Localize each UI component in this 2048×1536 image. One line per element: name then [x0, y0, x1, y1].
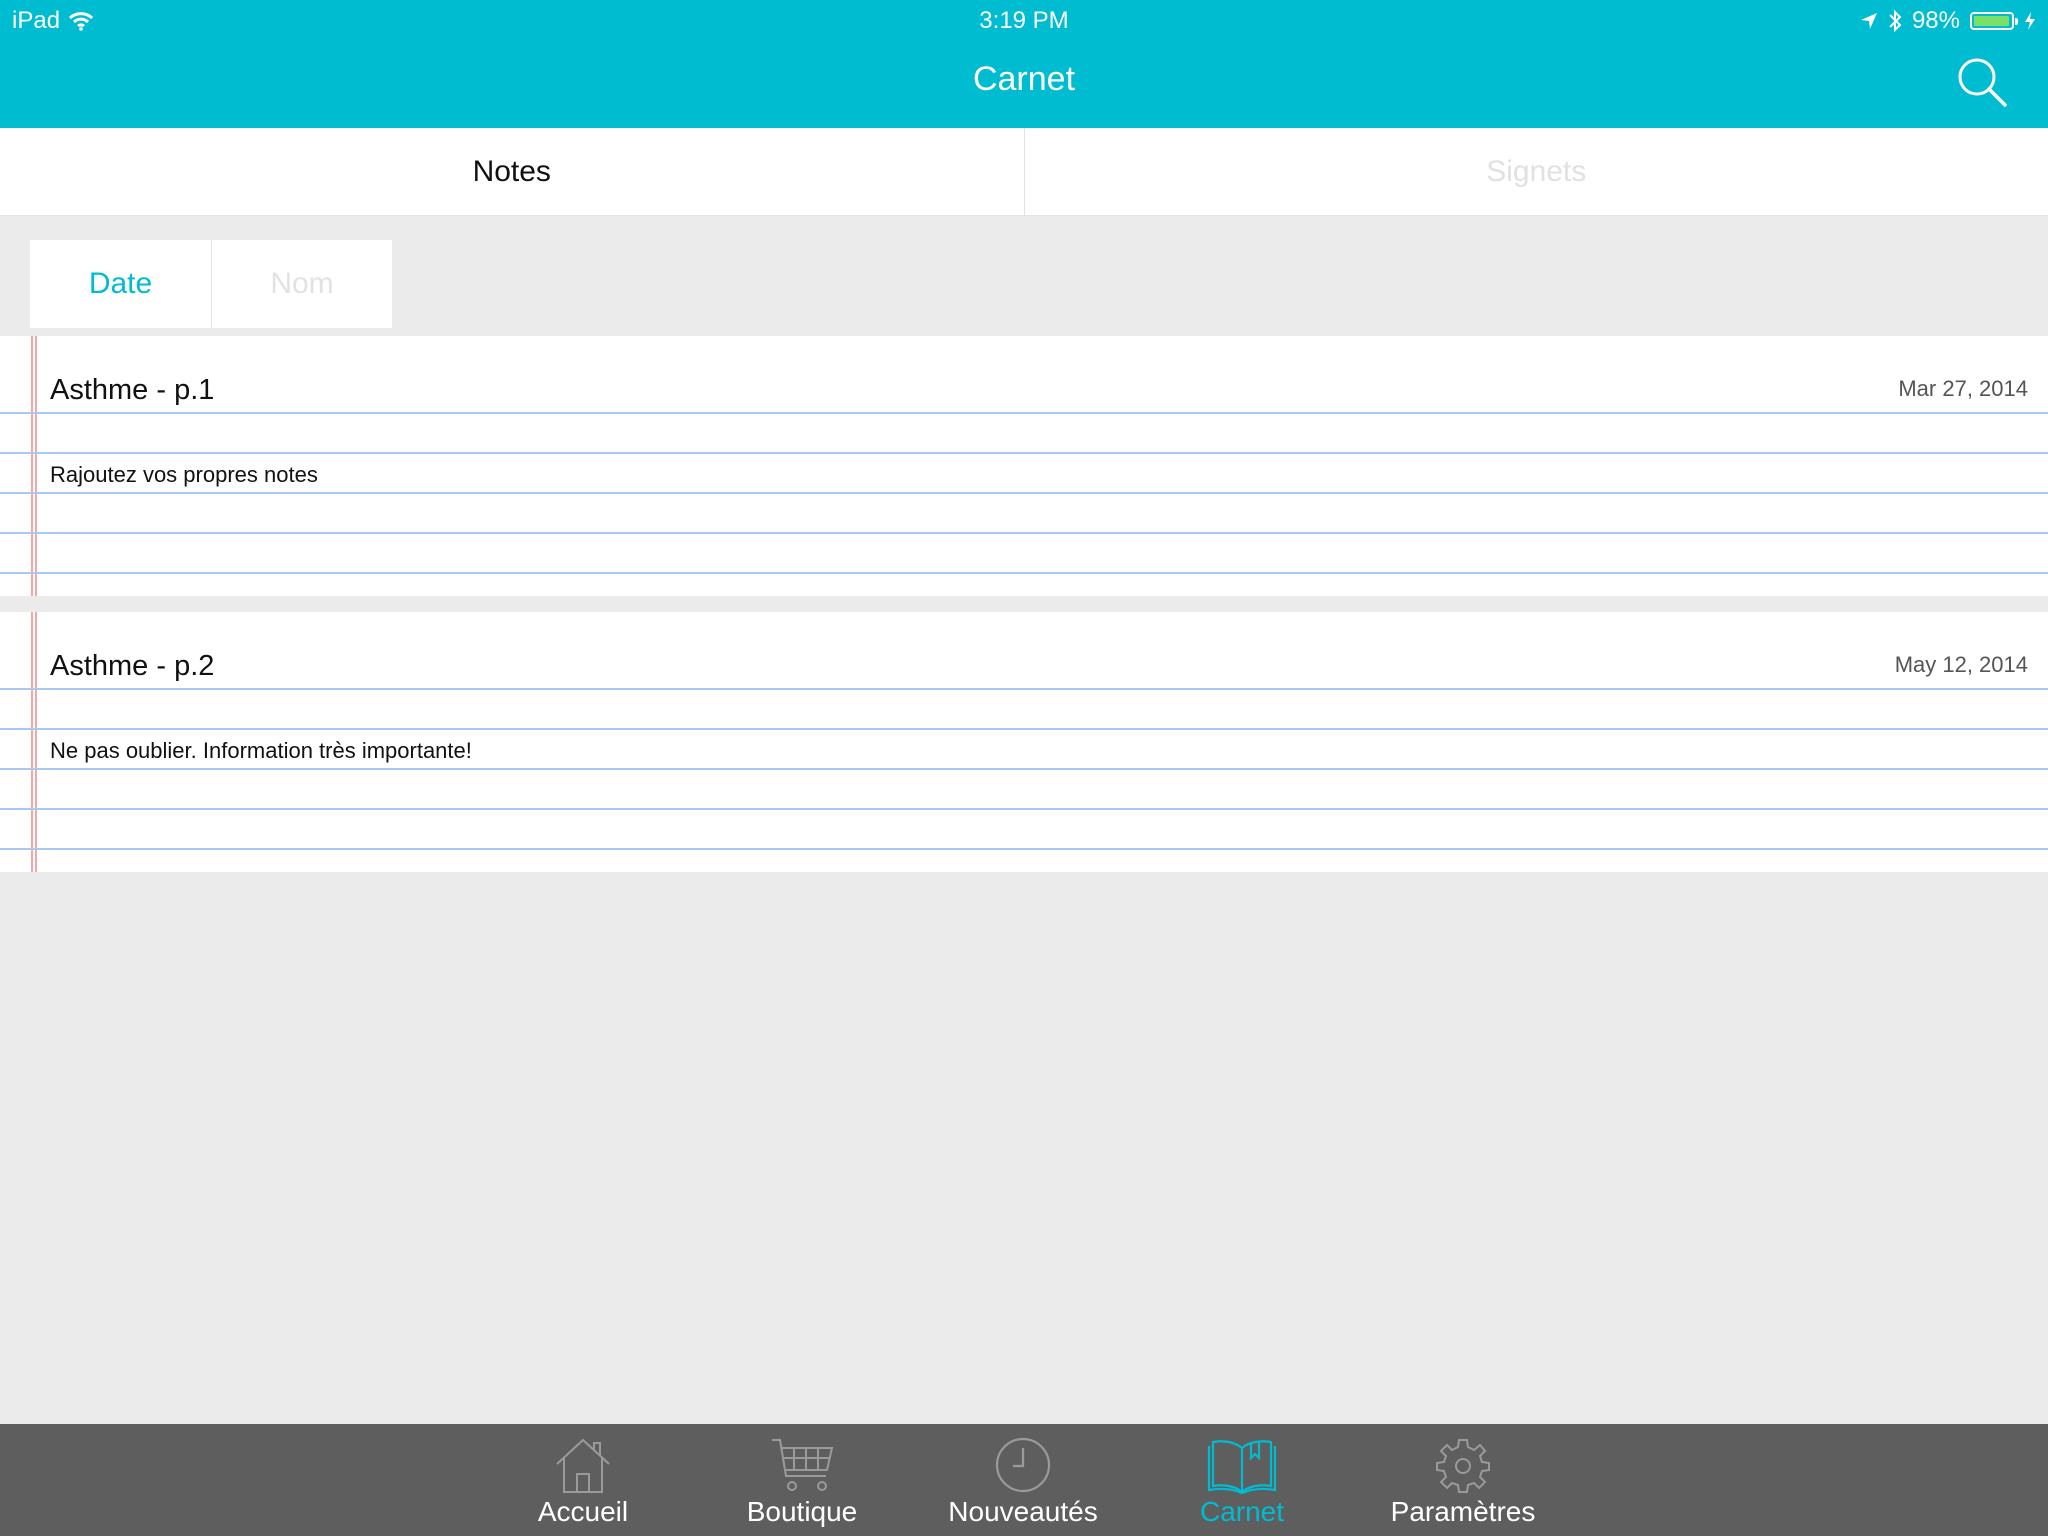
open-book-icon — [1207, 1440, 1277, 1494]
charging-bolt-icon — [2025, 12, 2035, 30]
note-card[interactable]: Asthme - p.2 May 12, 2014 Ne pas oublier… — [0, 612, 2048, 872]
tab-nouveautes[interactable]: Nouveautés — [933, 1424, 1113, 1536]
tab-label: Carnet — [1199, 1496, 1285, 1527]
ruled-line — [0, 452, 2048, 454]
navigation-bar: iPad 3:19 PM 98% Carnet — [0, 0, 2048, 128]
note-title: Asthme - p.1 — [50, 374, 215, 406]
ruled-line — [0, 532, 2048, 534]
ruled-line — [0, 808, 2048, 810]
tab-signets[interactable]: Signets — [1023, 128, 2048, 215]
tab-label: Boutique — [746, 1496, 858, 1527]
note-body: Ne pas oublier. Information très importa… — [50, 738, 472, 763]
tab-notes[interactable]: Notes — [0, 128, 1024, 215]
note-card[interactable]: Asthme - p.1 Mar 27, 2014 Rajoutez vos p… — [0, 336, 2048, 596]
bluetooth-icon — [1889, 9, 1902, 33]
sort-by-name-button[interactable]: Nom — [211, 240, 392, 328]
ruled-line — [0, 572, 2048, 574]
ruled-line — [0, 492, 2048, 494]
margin-line — [31, 336, 33, 596]
margin-line — [31, 612, 33, 872]
cart-icon — [772, 1439, 834, 1491]
tab-label: Paramètres — [1390, 1496, 1536, 1527]
tab-boutique[interactable]: Boutique — [712, 1424, 892, 1536]
search-icon — [1958, 58, 2007, 107]
margin-line — [35, 336, 37, 596]
battery-percent: 98% — [1911, 7, 1960, 34]
status-time: 3:19 PM — [979, 7, 1069, 34]
battery-icon — [1970, 12, 2018, 30]
tab-label: Accueil — [537, 1496, 629, 1527]
sort-control: Date Nom — [30, 240, 392, 328]
note-date: May 12, 2014 — [1894, 652, 2028, 677]
note-date: Mar 27, 2014 — [1898, 376, 2028, 401]
page-title: Carnet — [972, 60, 1076, 98]
notes-bookmarks-segmented-control: Notes Signets — [0, 128, 2048, 216]
tab-parametres[interactable]: Paramètres — [1373, 1424, 1553, 1536]
tab-carnet[interactable]: Carnet — [1152, 1424, 1332, 1536]
ruled-line — [0, 768, 2048, 770]
note-body: Rajoutez vos propres notes — [50, 462, 318, 487]
notes-list: Asthme - p.1 Mar 27, 2014 Rajoutez vos p… — [0, 336, 2048, 872]
search-button[interactable] — [1956, 56, 2008, 108]
margin-line — [35, 612, 37, 872]
house-icon — [556, 1438, 610, 1493]
note-title: Asthme - p.2 — [50, 650, 215, 682]
gear-icon — [1436, 1439, 1490, 1493]
ruled-line — [0, 848, 2048, 850]
status-right: 98% — [1860, 6, 2036, 36]
clock-icon — [995, 1437, 1051, 1493]
bottom-tab-bar: Accueil Boutique Nouveautés Carnet Param… — [0, 1424, 2048, 1536]
ruled-line — [0, 728, 2048, 730]
location-arrow-icon — [1860, 13, 1877, 29]
sort-by-date-button[interactable]: Date — [30, 240, 211, 328]
ruled-line — [0, 412, 2048, 414]
tab-label: Nouveautés — [948, 1496, 1098, 1527]
ruled-line — [0, 688, 2048, 690]
tab-accueil[interactable]: Accueil — [493, 1424, 673, 1536]
